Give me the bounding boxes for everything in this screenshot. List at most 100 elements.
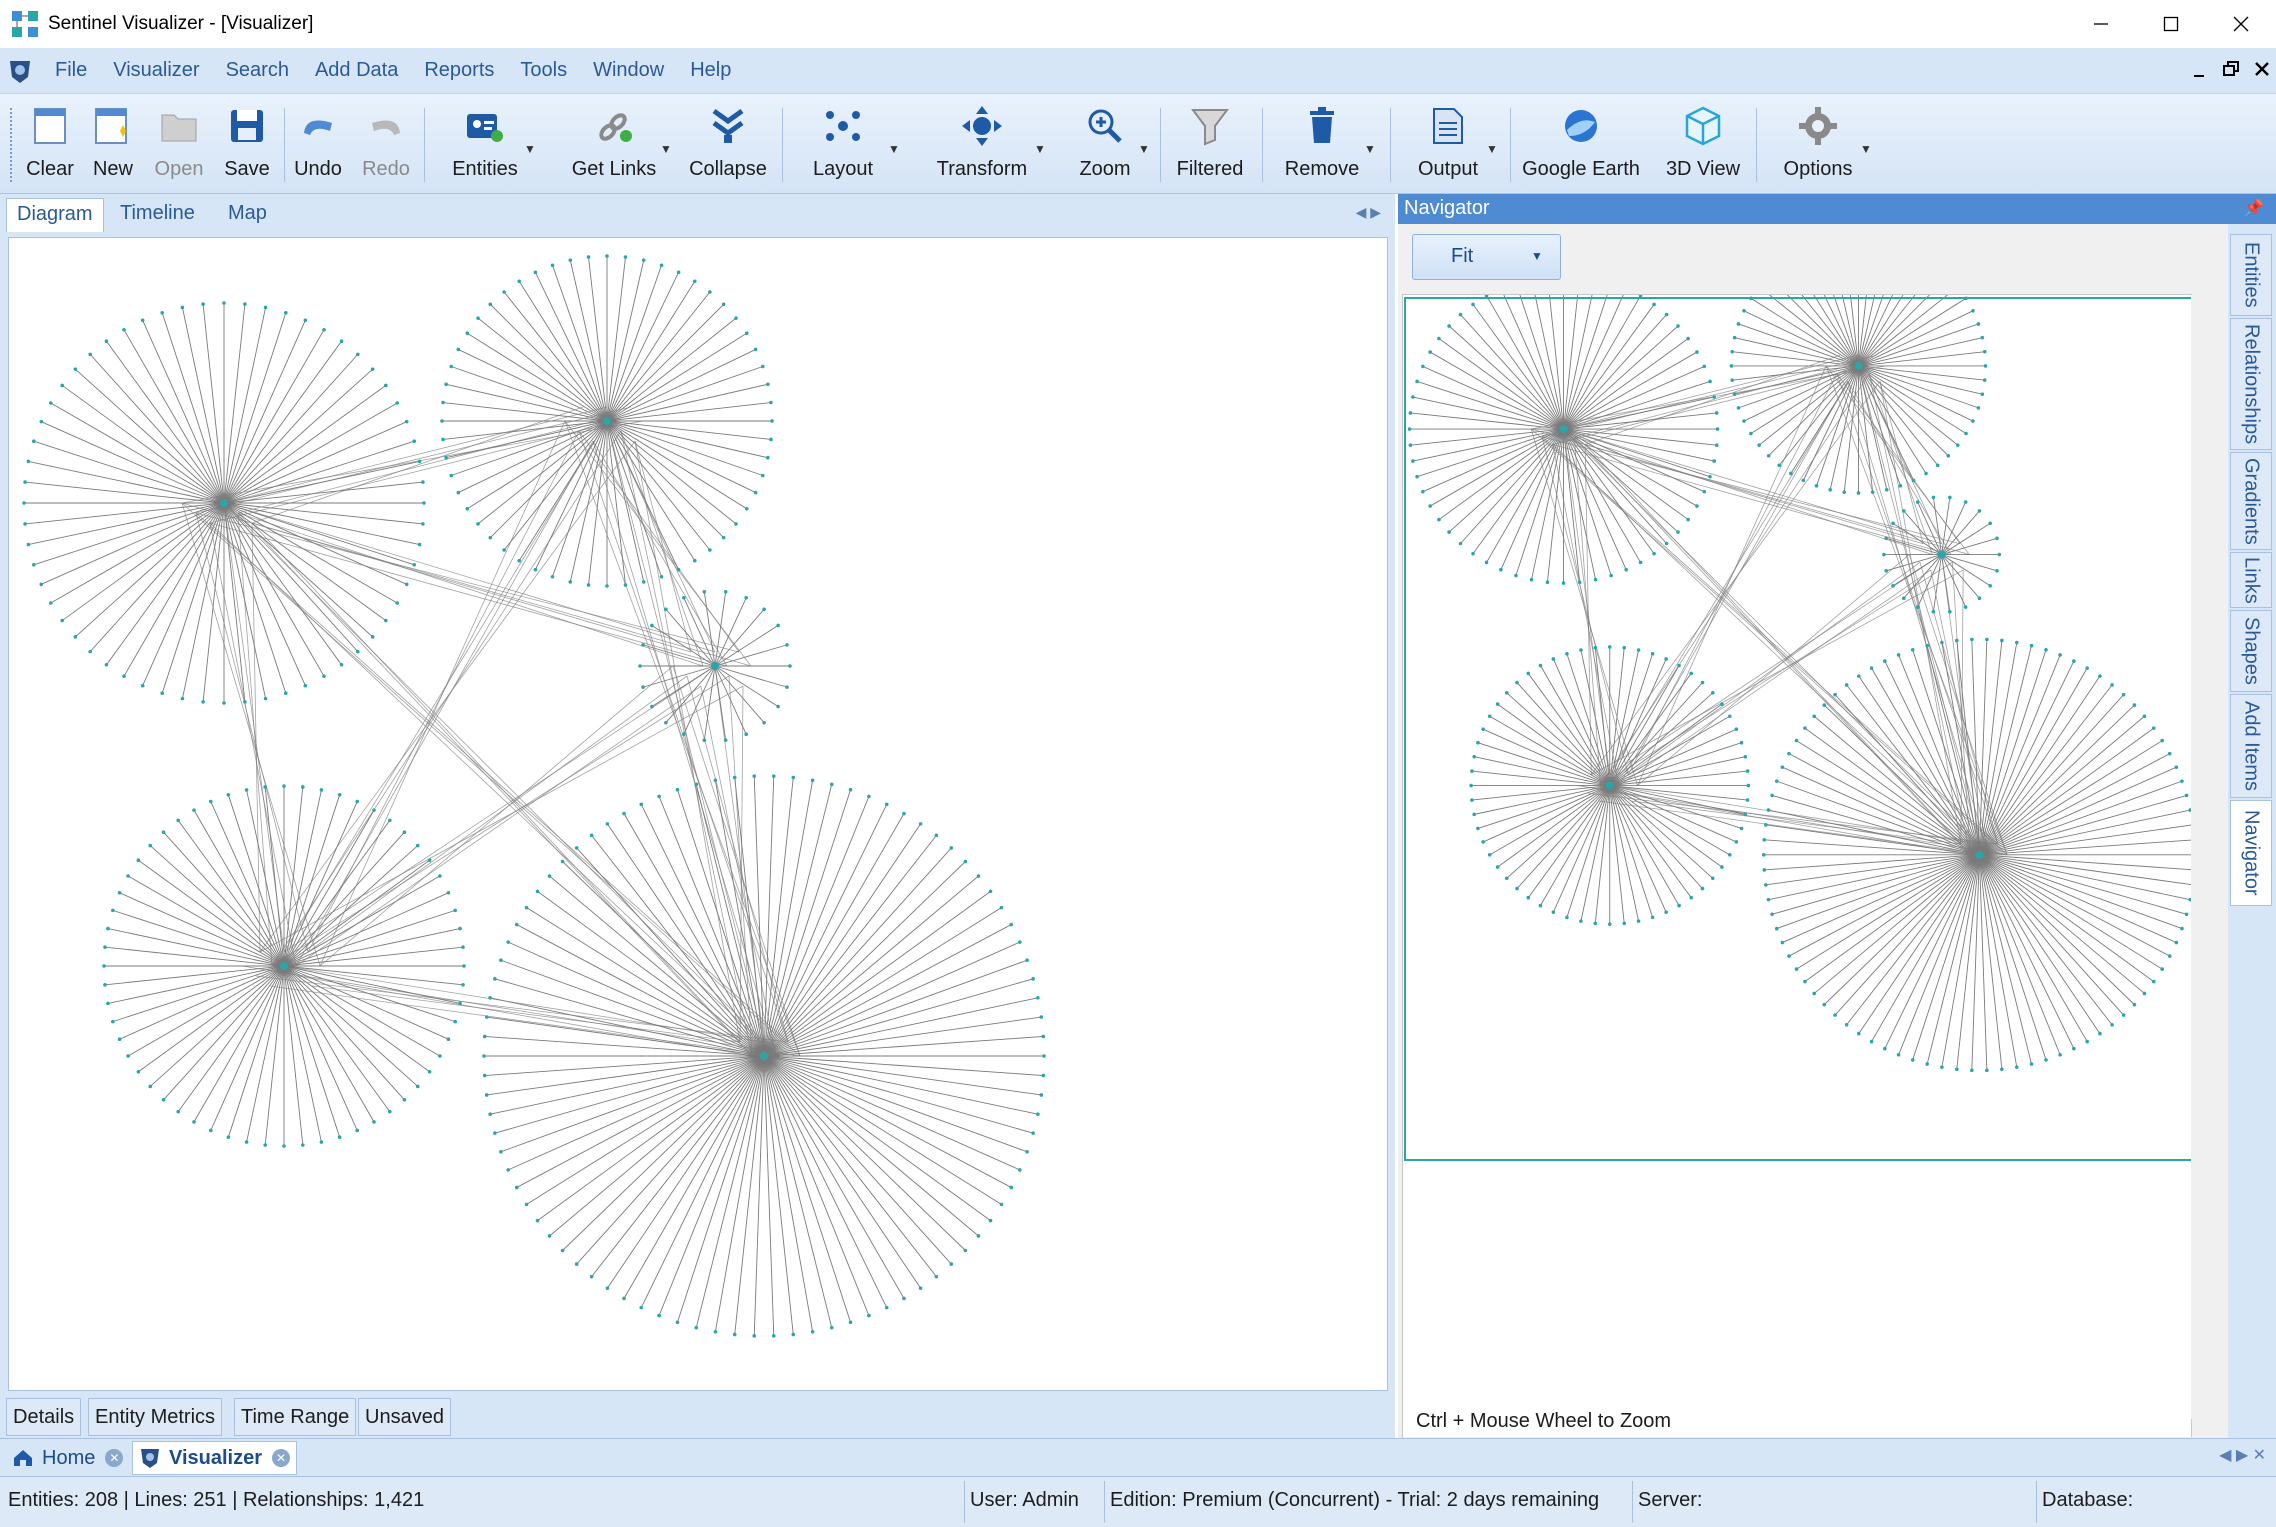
entity-node[interactable] [753, 347, 758, 352]
entity-node[interactable] [322, 674, 326, 679]
entity-node[interactable] [456, 347, 461, 352]
entity-node[interactable] [641, 685, 645, 689]
entity-node[interactable] [339, 339, 344, 343]
entity-node[interactable] [659, 263, 664, 268]
entity-node[interactable] [180, 305, 185, 310]
entity-node[interactable] [657, 794, 661, 799]
entity-node[interactable] [605, 584, 609, 588]
entity-node[interactable] [524, 905, 529, 910]
entity-node[interactable] [506, 940, 511, 944]
menu-visualizer[interactable]: Visualizer [100, 59, 212, 82]
save-button[interactable]: Save [220, 104, 274, 188]
entity-node[interactable] [88, 649, 92, 654]
entity-node[interactable] [122, 674, 126, 679]
entity-node[interactable] [355, 799, 360, 804]
side-tab-add-items[interactable]: Add Items [2230, 694, 2272, 798]
menu-help[interactable]: Help [677, 59, 744, 82]
entity-node[interactable] [461, 983, 465, 987]
entity-node[interactable] [771, 774, 776, 778]
entity-node[interactable] [675, 1320, 680, 1325]
get-links-button[interactable]: Get Links [564, 104, 664, 188]
entity-node[interactable] [456, 490, 461, 495]
entity-node[interactable] [810, 778, 815, 783]
entity-node[interactable] [533, 567, 538, 572]
entity-node[interactable] [23, 480, 27, 484]
entity-node[interactable] [126, 874, 130, 878]
entity-node[interactable] [639, 1305, 644, 1310]
entity-node[interactable] [586, 255, 591, 259]
entity-node[interactable] [1009, 922, 1014, 927]
entity-node[interactable] [453, 908, 457, 913]
entity-node[interactable] [999, 905, 1004, 910]
entity-node[interactable] [848, 1320, 853, 1325]
entity-node[interactable] [372, 808, 376, 812]
mdi-restore-icon[interactable] [2222, 54, 2240, 84]
entity-node[interactable] [226, 1135, 231, 1139]
entity-node[interactable] [176, 1109, 180, 1114]
entity-node[interactable] [104, 663, 109, 667]
entity-node[interactable] [417, 459, 422, 464]
entity-node[interactable] [117, 1037, 122, 1042]
entity-node[interactable] [514, 1185, 519, 1190]
entity-node[interactable] [303, 683, 308, 688]
entity-node[interactable] [319, 788, 324, 792]
tab-diagram[interactable]: Diagram [6, 198, 104, 232]
entity-node[interactable] [263, 305, 268, 310]
entity-node[interactable] [201, 700, 205, 704]
vertical-scrollbar[interactable] [2191, 295, 2211, 1419]
zoom-button[interactable]: Zoom [1074, 104, 1136, 188]
zoom-dropdown-icon[interactable]: ▼ [1138, 142, 1150, 156]
entity-node[interactable] [26, 542, 31, 547]
entity-node[interactable] [356, 352, 360, 357]
entity-node[interactable] [586, 583, 591, 587]
entity-node[interactable] [370, 367, 375, 371]
entity-node[interactable] [444, 382, 448, 387]
entity-node[interactable] [180, 696, 185, 701]
entity-node[interactable] [692, 558, 697, 563]
entity-node[interactable] [771, 1334, 776, 1338]
entity-node[interactable] [547, 874, 552, 878]
entity-node[interactable] [713, 778, 718, 783]
entity-node[interactable] [482, 1034, 487, 1039]
entity-node[interactable] [976, 1234, 981, 1238]
entity-node[interactable] [682, 732, 686, 737]
entity-node[interactable] [208, 1128, 213, 1133]
entity-node[interactable] [766, 455, 770, 460]
entity-node[interactable] [388, 818, 392, 823]
entity-node[interactable] [732, 775, 737, 780]
entity-node[interactable] [449, 473, 454, 478]
entity-node[interactable] [713, 1329, 718, 1334]
hub-node[interactable] [280, 962, 288, 970]
entity-node[interactable] [902, 1296, 906, 1301]
entity-node[interactable] [106, 926, 110, 931]
entity-node[interactable] [117, 890, 122, 895]
entities-button[interactable]: Entities [440, 104, 530, 188]
entity-node[interactable] [446, 890, 451, 895]
remove-button[interactable]: Remove [1278, 104, 1366, 188]
entity-node[interactable] [476, 522, 480, 526]
entity-node[interactable] [465, 506, 470, 511]
entity-node[interactable] [160, 691, 164, 696]
entity-node[interactable] [708, 548, 712, 552]
entity-node[interactable] [762, 607, 766, 612]
entity-node[interactable] [641, 580, 646, 584]
entity-node[interactable] [1017, 940, 1022, 944]
entity-node[interactable] [502, 548, 506, 552]
entity-node[interactable] [622, 811, 626, 816]
entity-node[interactable] [1017, 1168, 1022, 1172]
side-tab-relationships[interactable]: Relationships [2230, 318, 2272, 450]
entity-node[interactable] [605, 254, 609, 258]
entity-node[interactable] [708, 290, 712, 294]
entity-node[interactable] [263, 1143, 267, 1147]
entity-node[interactable] [694, 1325, 699, 1330]
entity-node[interactable] [222, 701, 226, 705]
tab-map[interactable]: Map [218, 198, 277, 232]
get-links-dropdown-icon[interactable]: ▼ [660, 142, 672, 156]
entity-node[interactable] [23, 522, 27, 526]
entity-node[interactable] [148, 843, 153, 848]
entity-node[interactable] [453, 1019, 457, 1024]
tab-unsaved[interactable]: Unsaved [358, 1398, 451, 1436]
entity-node[interactable] [444, 455, 448, 460]
pin-icon[interactable]: 📌 [2244, 198, 2264, 218]
entity-node[interactable] [692, 279, 697, 284]
